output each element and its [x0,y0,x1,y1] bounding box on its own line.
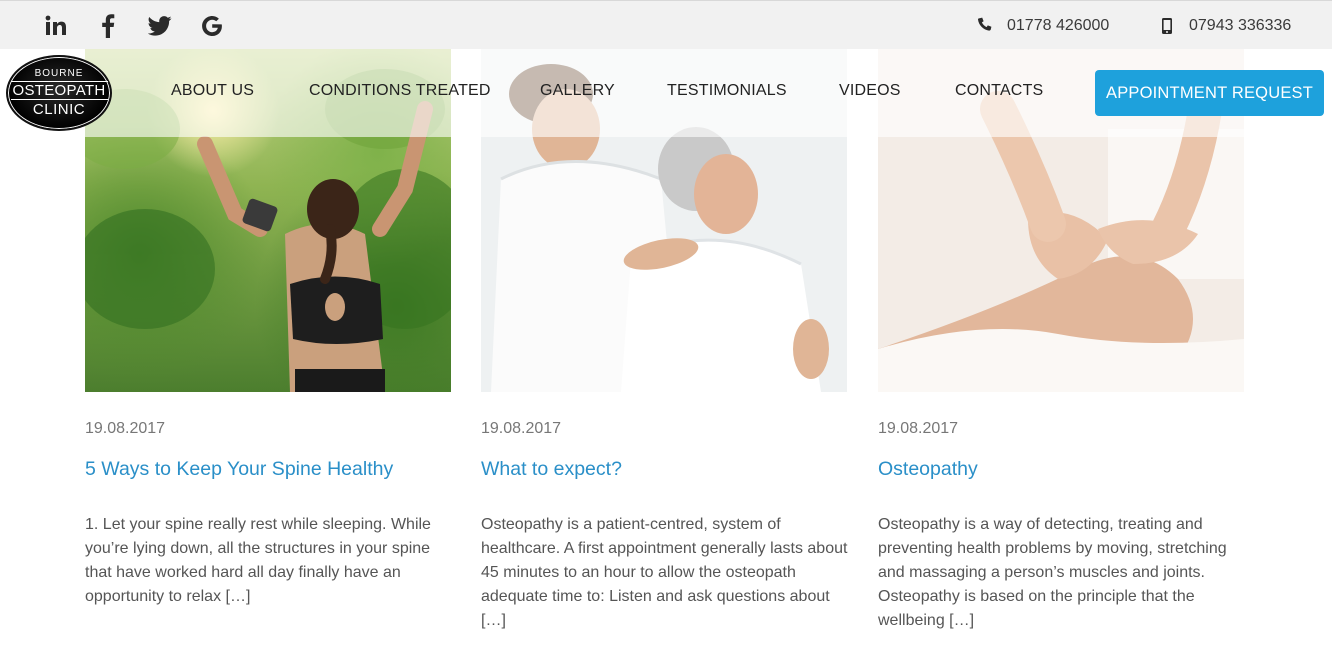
logo-line-3: CLINIC [32,101,86,118]
google-icon [202,16,222,36]
social-links [30,11,238,41]
facebook-icon [102,14,115,38]
nav-videos[interactable]: VIDEOS [839,82,901,100]
post-date: 19.08.2017 [878,420,959,437]
post-excerpt: Osteopathy is a way of detecting, treati… [878,516,1227,629]
twitter-icon [148,16,172,36]
post-date: 19.08.2017 [481,420,562,437]
logo-line-2: OSTEOPATH [10,81,108,100]
nav-gallery[interactable]: GALLERY [540,82,615,100]
post-title-link[interactable]: What to expect? [481,458,622,481]
nav-testimonials[interactable]: TESTIMONIALS [667,82,787,100]
mobile-number: 07943 336336 [1189,16,1292,34]
landline-contact[interactable]: 01778 426000 [975,1,1109,50]
nav-contacts[interactable]: CONTACTS [955,82,1043,100]
google-link[interactable] [186,11,238,41]
logo-line-1: BOURNE [34,68,84,79]
phone-icon [975,16,995,36]
nav-about-us[interactable]: ABOUT US [171,82,254,100]
linkedin-link[interactable] [30,11,82,41]
appointment-request-button[interactable]: APPOINTMENT REQUEST [1095,70,1324,116]
post-excerpt: Osteopathy is a patient-centred, system … [481,516,848,629]
post-excerpt: 1. Let your spine really rest while slee… [85,516,431,605]
linkedin-icon [45,15,66,35]
main-navigation: BOURNE OSTEOPATH CLINIC ABOUT US CONDITI… [0,49,1332,137]
post-date: 19.08.2017 [85,420,166,437]
mobile-contact[interactable]: 07943 336336 [1157,1,1291,50]
post-title-link[interactable]: Osteopathy [878,458,978,481]
post-title-link[interactable]: 5 Ways to Keep Your Spine Healthy [85,458,393,481]
clinic-logo[interactable]: BOURNE OSTEOPATH CLINIC [6,55,112,131]
facebook-link[interactable] [82,11,134,41]
landline-number: 01778 426000 [1007,16,1110,34]
top-bar: 01778 426000 07943 336336 [0,0,1332,49]
twitter-link[interactable] [134,11,186,41]
mobile-phone-icon [1157,16,1177,36]
nav-conditions-treated[interactable]: CONDITIONS TREATED [309,82,491,100]
